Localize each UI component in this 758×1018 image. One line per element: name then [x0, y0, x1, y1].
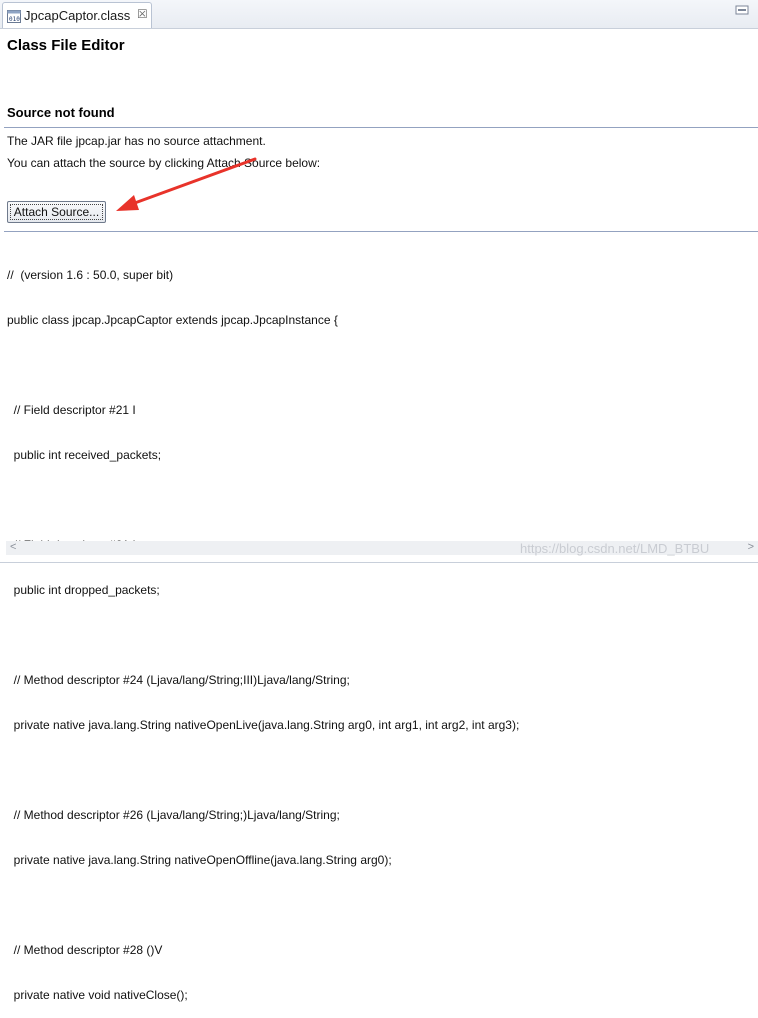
code-line: public int dropped_packets; — [7, 583, 160, 597]
close-icon[interactable]: ☒ — [137, 7, 148, 21]
attach-source-button[interactable]: Attach Source... — [7, 201, 106, 223]
scroll-right-icon[interactable]: > — [748, 541, 754, 553]
decompiled-code: // (version 1.6 : 50.0, super bit) publi… — [7, 239, 519, 1018]
tab-jpcapcaptor-class[interactable]: 010 JpcapCaptor.class ☒ — [2, 2, 152, 28]
attach-hint-message: You can attach the source by clicking At… — [7, 156, 321, 170]
code-line: private native java.lang.String nativeOp… — [7, 853, 392, 867]
editor-bottom-border — [0, 562, 758, 563]
section-title: Source not found — [7, 105, 115, 120]
minimize-icon[interactable] — [734, 3, 750, 17]
svg-text:010: 010 — [9, 16, 20, 23]
tab-label: JpcapCaptor.class — [24, 8, 131, 23]
code-line: // Field descriptor #21 I — [7, 403, 136, 417]
section-divider — [4, 127, 758, 128]
code-divider — [4, 231, 758, 232]
code-line: public class jpcap.JpcapCaptor extends j… — [7, 313, 338, 327]
watermark: https://blog.csdn.net/LMD_BTBU — [520, 541, 710, 556]
code-line: // (version 1.6 : 50.0, super bit) — [7, 268, 174, 282]
code-line: // Method descriptor #24 (Ljava/lang/Str… — [7, 673, 350, 687]
code-line: public int received_packets; — [7, 448, 162, 462]
class-file-icon: 010 — [7, 10, 21, 23]
editor-tab-bar: 010 JpcapCaptor.class ☒ — [0, 0, 758, 29]
code-line: // Method descriptor #26 (Ljava/lang/Str… — [7, 808, 340, 822]
code-line: private native void nativeClose(); — [7, 988, 188, 1002]
page-title: Class File Editor — [7, 37, 125, 54]
scroll-left-icon[interactable]: < — [10, 541, 16, 553]
code-line: // Method descriptor #28 ()V — [7, 943, 163, 957]
no-source-message: The JAR file jpcap.jar has no source att… — [7, 134, 266, 148]
code-line: private native java.lang.String nativeOp… — [7, 718, 520, 732]
